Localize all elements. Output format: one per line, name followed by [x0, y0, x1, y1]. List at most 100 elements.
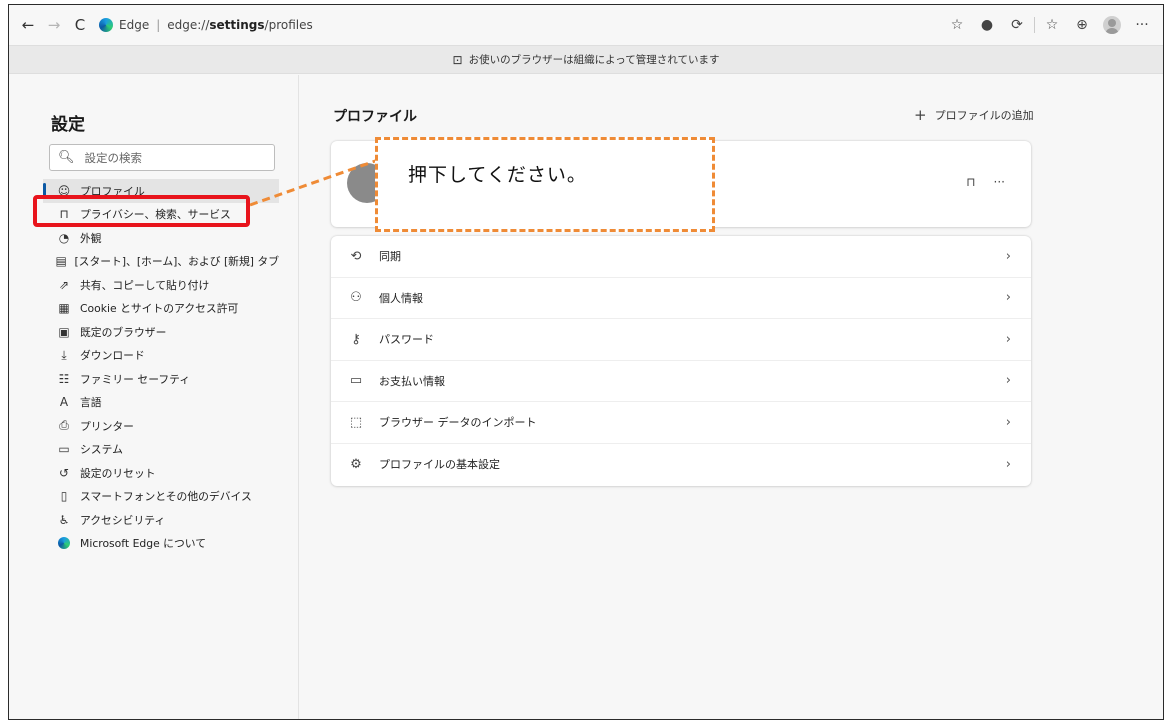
- page-title: プロファイル: [333, 109, 417, 125]
- favorite-add-icon[interactable]: ☆: [942, 10, 972, 40]
- printer-icon: ⎙: [59, 418, 69, 433]
- toolbar-actions: ☆ ● ⟳ ☆ ⊕ ···: [942, 5, 1157, 45]
- profile-more-icon[interactable]: ···: [994, 175, 1005, 189]
- accessibility-icon: ♿︎: [58, 512, 70, 527]
- sidebar-item-label: ダウンロード: [80, 349, 145, 363]
- plus-icon: +: [914, 106, 927, 124]
- managed-text: お使いのブラウザーは組織によって管理されています: [468, 54, 720, 66]
- chevron-right-icon: ›: [1005, 331, 1011, 347]
- settings-title: 設定: [51, 115, 85, 135]
- sidebar-item-phone-devices[interactable]: ▯ スマートフォンとその他のデバイス: [43, 485, 279, 509]
- row-label: パスワード: [379, 333, 434, 347]
- add-profile-button[interactable]: + プロファイルの追加: [914, 106, 1034, 124]
- row-personal-info[interactable]: ⚇ 個人情報 ›: [331, 278, 1031, 319]
- reset-icon: ↺: [58, 465, 70, 480]
- row-label: 同期: [379, 250, 401, 264]
- sync-icon: ⟲: [350, 248, 362, 264]
- sidebar-item-system[interactable]: ▭ システム: [43, 438, 279, 462]
- sidebar-item-downloads[interactable]: ⤓ ダウンロード: [43, 344, 279, 368]
- sidebar-item-accessibility[interactable]: ♿︎ アクセシビリティ: [43, 508, 279, 532]
- row-payment-info[interactable]: ▭ お支払い情報 ›: [331, 361, 1031, 402]
- sidebar-item-reset[interactable]: ↺ 設定のリセット: [43, 461, 279, 485]
- favorites-icon[interactable]: ☆: [1037, 10, 1067, 40]
- url-prefix: edge://: [167, 18, 210, 32]
- sidebar-item-cookies[interactable]: ▦ Cookie とサイトのアクセス許可: [43, 297, 279, 321]
- sidebar-item-label: ファミリー セーフティ: [80, 372, 191, 386]
- profile-avatar[interactable]: [1097, 10, 1127, 40]
- chevron-right-icon: ›: [1005, 414, 1011, 430]
- extensions-icon[interactable]: ⟳: [1002, 10, 1032, 40]
- system-icon: ▭: [58, 442, 70, 457]
- forward-icon[interactable]: →: [41, 12, 67, 38]
- credit-card-icon: ▭: [349, 373, 363, 389]
- share-icon: ⇗: [58, 277, 70, 292]
- sidebar-item-label: アクセシビリティ: [80, 513, 166, 527]
- cookie-icon: ▦: [58, 301, 70, 316]
- row-label: ブラウザー データのインポート: [379, 416, 537, 430]
- sidebar-item-label: システム: [80, 443, 123, 457]
- profile-settings-list: ⟲ 同期 › ⚇ 個人情報 › ⚷ パスワード › ▭ お支払い情報 › ⬚ ブラウザー データの…: [331, 236, 1031, 486]
- refresh-icon[interactable]: C: [67, 12, 93, 38]
- edge-logo-icon: [99, 18, 113, 32]
- sidebar-item-about-edge[interactable]: Microsoft Edge について: [43, 532, 279, 556]
- add-profile-label: プロファイルの追加: [934, 109, 1034, 122]
- sidebar-item-default-browser[interactable]: ▣ 既定のブラウザー: [43, 320, 279, 344]
- edge-mini-logo: [58, 537, 70, 550]
- sidebar-item-label: 外観: [80, 231, 102, 245]
- site-name: Edge: [119, 18, 150, 32]
- settings-search-input[interactable]: 🔍︎ 設定の検索: [49, 144, 275, 171]
- row-profile-preferences[interactable]: ⚙ プロファイルの基本設定 ›: [331, 444, 1031, 486]
- browser-toolbar: ← → C Edge | edge://settings/profiles ☆ …: [9, 5, 1163, 45]
- start-home-icon: ▤: [55, 254, 67, 269]
- key-icon: ⚷: [351, 331, 361, 347]
- sidebar-item-share-copy[interactable]: ⇗ 共有、コピーして貼り付け: [43, 273, 279, 297]
- row-label: お支払い情報: [379, 374, 445, 388]
- collections-icon[interactable]: ⊕: [1067, 10, 1097, 40]
- url-bold: settings: [209, 18, 265, 32]
- settings-sidebar: 設定 🔍︎ 設定の検索 ☺ プロファイル ⊓ プライバシー、検索、サービス ◔ 外観 …: [9, 75, 299, 719]
- sidebar-item-label: 言語: [80, 396, 102, 410]
- appearance-icon: ◔: [58, 230, 70, 245]
- sidebar-item-languages[interactable]: A 言語: [43, 391, 279, 415]
- language-icon: A: [59, 395, 69, 410]
- sidebar-item-label: 設定のリセット: [80, 466, 156, 480]
- url-suffix: /profiles: [264, 18, 313, 32]
- chevron-right-icon: ›: [1005, 248, 1011, 264]
- row-passwords[interactable]: ⚷ パスワード ›: [331, 319, 1031, 361]
- sidebar-item-start-home[interactable]: ▤ [スタート]、[ホーム]、および [新規] タブ: [43, 250, 279, 274]
- sidebar-item-label: Microsoft Edge について: [80, 537, 207, 551]
- row-import-data[interactable]: ⬚ ブラウザー データのインポート ›: [331, 402, 1031, 444]
- sidebar-item-label: プリンター: [80, 419, 134, 433]
- work-profile-icon[interactable]: ⊓: [966, 175, 975, 189]
- settings-nav: ☺ プロファイル ⊓ プライバシー、検索、サービス ◔ 外観 ▤ [スタート]、[ホーム…: [43, 179, 279, 555]
- callout-text: 押下してください。: [408, 164, 587, 186]
- sidebar-item-appearance[interactable]: ◔ 外観: [43, 226, 279, 250]
- download-icon: ⤓: [61, 347, 67, 362]
- instruction-callout: 押下してください。: [375, 137, 715, 232]
- profile-card-actions: ⊓ ···: [948, 175, 1005, 189]
- search-placeholder: 設定の検索: [84, 150, 143, 165]
- more-menu-icon[interactable]: ···: [1127, 10, 1157, 40]
- row-label: プロファイルの基本設定: [379, 458, 500, 472]
- profile-settings-icon: ⚙: [350, 456, 362, 472]
- sidebar-item-label: Cookie とサイトのアクセス許可: [80, 302, 239, 316]
- url-text: edge://settings/profiles: [167, 18, 313, 32]
- sidebar-item-family-safety[interactable]: ☷ ファミリー セーフティ: [43, 367, 279, 391]
- address-bar[interactable]: Edge | edge://settings/profiles: [99, 18, 313, 32]
- row-label: 個人情報: [379, 291, 423, 305]
- phone-icon: ▯: [60, 489, 68, 504]
- family-icon: ☷: [58, 371, 70, 386]
- back-icon[interactable]: ←: [15, 12, 41, 38]
- edge-logo-icon: [54, 537, 74, 550]
- personal-info-icon: ⚇: [350, 290, 362, 306]
- chevron-right-icon: ›: [1005, 456, 1011, 472]
- extension-circle-icon[interactable]: ●: [972, 10, 1002, 40]
- chevron-right-icon: ›: [1005, 290, 1011, 306]
- sidebar-item-label: 共有、コピーして貼り付け: [80, 278, 210, 292]
- briefcase-icon: ⊡: [452, 52, 463, 67]
- search-icon: 🔍︎: [58, 150, 75, 165]
- row-sync[interactable]: ⟲ 同期 ›: [331, 236, 1031, 278]
- sidebar-item-printers[interactable]: ⎙ プリンター: [43, 414, 279, 438]
- address-separator: |: [156, 18, 161, 32]
- default-browser-icon: ▣: [58, 324, 70, 339]
